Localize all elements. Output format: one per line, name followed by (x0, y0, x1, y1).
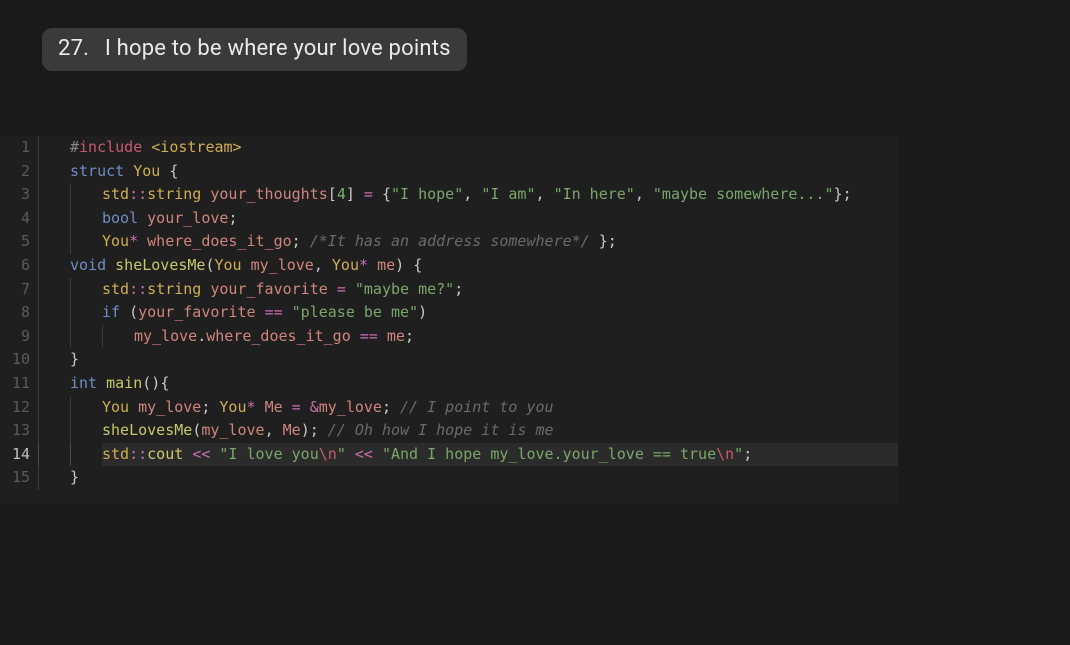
indent-guides (38, 396, 102, 420)
indent-guides (38, 160, 70, 184)
line-number: 8 (0, 301, 38, 325)
line-number: 7 (0, 278, 38, 302)
code-content: #include <iostream> (70, 136, 898, 160)
line-number: 3 (0, 183, 38, 207)
code-content: sheLovesMe(my_love, Me); // Oh how I hop… (102, 419, 898, 443)
line-number: 2 (0, 160, 38, 184)
code-content: if (your_favorite == "please be me") (102, 301, 898, 325)
code-line: 12 You my_love; You* Me = &my_love; // I … (0, 396, 898, 420)
code-content: void sheLovesMe(You my_love, You* me) { (70, 254, 898, 278)
code-content: struct You { (70, 160, 898, 184)
code-line: 8 if (your_favorite == "please be me") (0, 301, 898, 325)
code-content: int main(){ (70, 372, 898, 396)
line-number: 10 (0, 348, 38, 372)
line-number: 13 (0, 419, 38, 443)
indent-guides (38, 348, 70, 372)
code-block: 1#include <iostream>2struct You {3std::s… (0, 136, 898, 504)
line-number: 9 (0, 325, 38, 349)
code-line: 5 You* where_does_it_go; /*It has an addr… (0, 230, 898, 254)
indent-guides (38, 278, 102, 302)
code-line: 1 #include <iostream> (0, 136, 898, 160)
line-number: 4 (0, 207, 38, 231)
code-content: my_love.where_does_it_go == me; (134, 325, 898, 349)
indent-guides (38, 207, 102, 231)
code-content: You my_love; You* Me = &my_love; // I po… (102, 396, 898, 420)
code-content: } (70, 466, 898, 490)
line-number: 6 (0, 254, 38, 278)
code-line: 7 std::string your_favorite = "maybe me?"… (0, 278, 898, 302)
code-line: 9 my_love.where_does_it_go == me; (0, 325, 898, 349)
indent-guides (38, 419, 102, 443)
slide-number: 27. (58, 36, 89, 61)
code-line: 2 struct You { (0, 160, 898, 184)
code-line: 4 bool your_love; (0, 207, 898, 231)
indent-guides (38, 183, 102, 207)
code-line: 6 void sheLovesMe(You my_love, You* me) { (0, 254, 898, 278)
code-line: 14 std::cout << "I love you\n" << "And I … (0, 443, 898, 467)
line-number: 11 (0, 372, 38, 396)
code-content: You* where_does_it_go; /*It has an addre… (102, 230, 898, 254)
indent-guides (38, 372, 70, 396)
code-line: 11 int main(){ (0, 372, 898, 396)
indent-guides (38, 301, 102, 325)
code-line: 15} (0, 466, 898, 490)
indent-guides (38, 325, 134, 349)
line-number: 12 (0, 396, 38, 420)
slide-title-pill: 27. I hope to be where your love points (42, 28, 467, 71)
line-number: 15 (0, 466, 38, 490)
code-line: 10} (0, 348, 898, 372)
code-content: std::string your_thoughts[4] = {"I hope"… (102, 183, 898, 207)
code-content: bool your_love; (102, 207, 898, 231)
indent-guides (38, 443, 102, 467)
line-number: 14 (0, 443, 38, 467)
code-content: std::cout << "I love you\n" << "And I ho… (102, 443, 898, 467)
code-content: std::string your_favorite = "maybe me?"; (102, 278, 898, 302)
indent-guides (38, 466, 70, 490)
indent-guides (38, 230, 102, 254)
code-content: } (70, 348, 898, 372)
line-number: 1 (0, 136, 38, 160)
indent-guides (38, 254, 70, 278)
code-line: 13 sheLovesMe(my_love, Me); // Oh how I h… (0, 419, 898, 443)
slide-title-text: I hope to be where your love points (105, 36, 451, 61)
line-number: 5 (0, 230, 38, 254)
code-line: 3 std::string your_thoughts[4] = {"I hope… (0, 183, 898, 207)
indent-guides (38, 136, 70, 160)
